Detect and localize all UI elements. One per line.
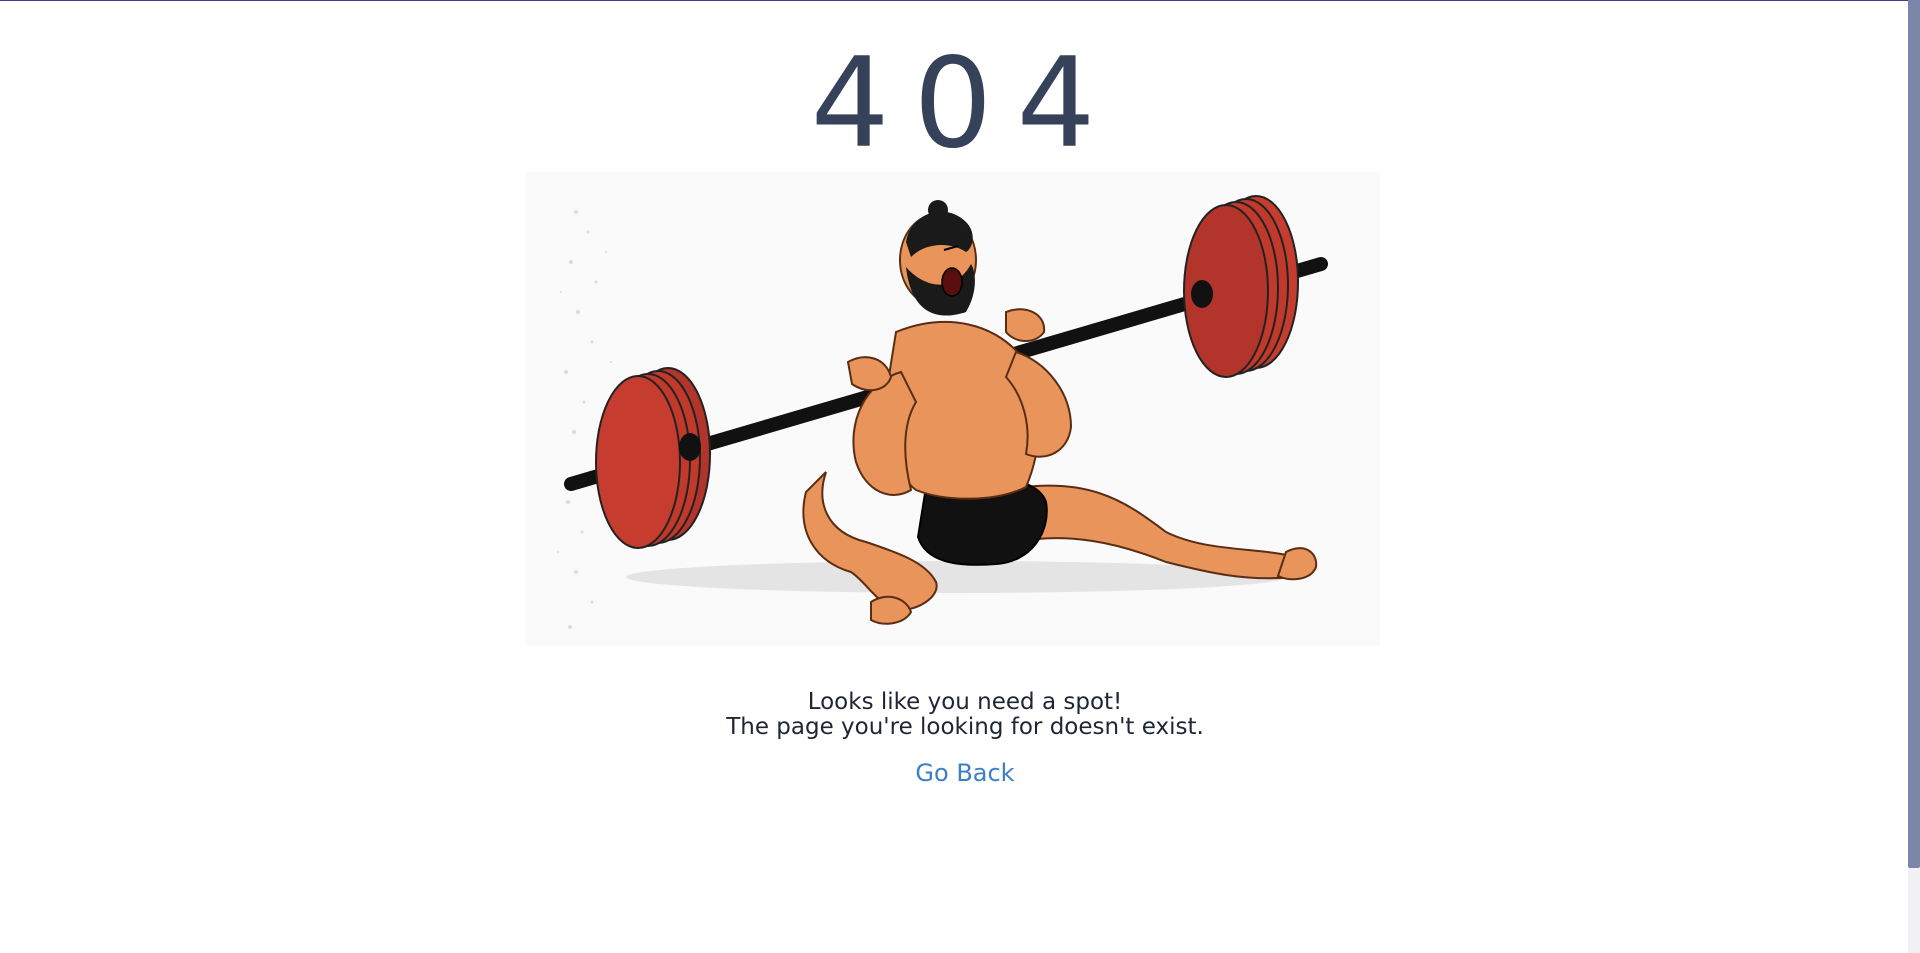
right-plates: [1183, 195, 1299, 378]
error-code: 404: [810, 32, 1120, 176]
go-back-link[interactable]: Go Back: [915, 759, 1014, 787]
error-message: Looks like you need a spot! The page you…: [0, 690, 1920, 740]
left-plates: [595, 367, 711, 549]
error-message-line2: The page you're looking for doesn't exis…: [726, 714, 1204, 740]
go-back-container: Go Back: [0, 758, 1920, 788]
weightlifter-illustration: [526, 172, 1380, 646]
error-message-line1: Looks like you need a spot!: [807, 689, 1123, 715]
scrollbar-thumb[interactable]: [1908, 0, 1920, 868]
error-page: 404 Looks like you need a spot! The page…: [0, 0, 1908, 953]
